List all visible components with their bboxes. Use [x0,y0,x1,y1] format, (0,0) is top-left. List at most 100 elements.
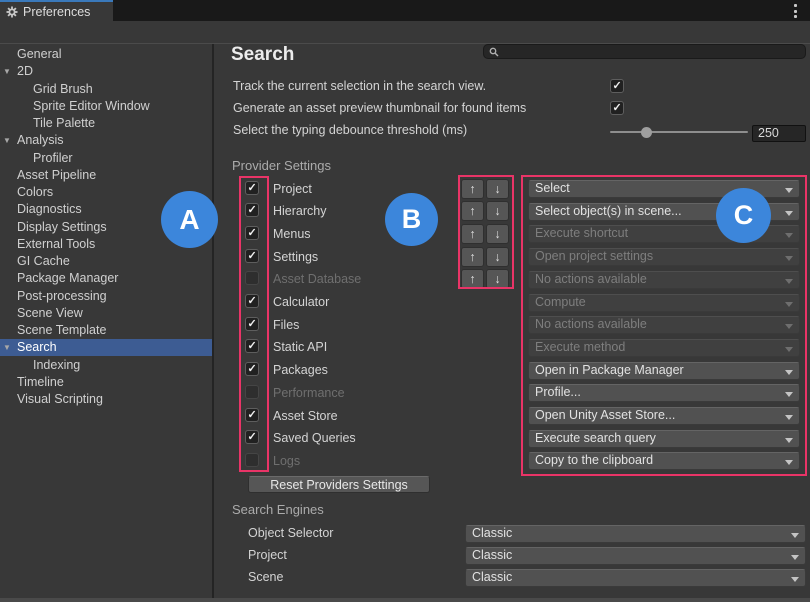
window-titlebar: Preferences [0,0,810,21]
sidebar-item-analysis[interactable]: ▼Analysis [0,132,212,149]
provider-label: Calculator [273,295,329,309]
track-selection-checkbox[interactable] [610,79,624,93]
sidebar-item-asset-pipeline[interactable]: Asset Pipeline [0,166,212,183]
sidebar-divider [212,44,214,602]
sidebar-item-package-manager[interactable]: Package Manager [0,270,212,287]
debounce-label: Select the typing debounce threshold (ms… [233,123,467,137]
provider-action-dropdown-calculator[interactable]: Compute [528,294,800,312]
move-up-button-hierarchy[interactable] [461,201,484,221]
sidebar-item-label: Scene View [0,306,83,320]
sidebar-item-label: Package Manager [0,271,118,285]
provider-action-dropdown-settings[interactable]: Open project settings [528,248,800,266]
preferences-window: Preferences General ▼2D Grid Brush Sprite E… [0,0,810,602]
sidebar-item-label: Display Settings [0,220,107,234]
provider-label: Saved Queries [273,431,356,445]
sidebar-item-label: Diagnostics [0,202,82,216]
sidebar-item-label: Sprite Editor Window [0,99,150,113]
debounce-slider-track[interactable] [610,131,748,133]
sidebar-item-scene-template[interactable]: Scene Template [0,322,212,339]
provider-checkbox-asset-store[interactable] [245,408,259,422]
provider-checkbox-files[interactable] [245,317,259,331]
reset-providers-button[interactable]: Reset Providers Settings [248,476,430,494]
search-engines-header: Search Engines [232,502,324,517]
provider-checkbox-menus[interactable] [245,226,259,240]
provider-checkbox-logs[interactable] [245,453,259,467]
provider-action-dropdown-performance[interactable]: Profile... [528,384,800,402]
provider-action-dropdown-files[interactable]: No actions available [528,316,800,334]
provider-action-dropdown-static-api[interactable]: Execute method [528,339,800,357]
engine-dropdown-project[interactable]: Classic [465,547,806,565]
window-bottom-edge [0,598,810,602]
sidebar-item-general[interactable]: General [0,46,212,63]
engine-dropdown-object-selector[interactable]: Classic [465,525,806,543]
page-title: Search [231,44,294,66]
move-down-button-settings[interactable] [486,247,509,267]
provider-checkbox-calculator[interactable] [245,294,259,308]
sidebar-item-profiler[interactable]: Profiler [0,149,212,166]
foldout-triangle-icon[interactable]: ▼ [3,343,11,352]
sidebar-item-label: General [0,47,61,61]
preferences-tab[interactable]: Preferences [0,0,113,21]
annotation-circle-c: C [716,188,771,243]
engine-label-object-selector: Object Selector [248,526,333,540]
annotation-circle-b: B [385,193,438,246]
sidebar-item-label: Visual Scripting [0,392,103,406]
provider-label: Logs [273,454,300,468]
move-down-button-project[interactable] [486,179,509,199]
sidebar-item-label: Profiler [0,151,73,165]
provider-action-dropdown-saved-queries[interactable]: Execute search query [528,430,800,448]
sidebar-item-post-processing[interactable]: Post-processing [0,287,212,304]
sidebar-item-label: Post-processing [0,289,107,303]
search-input[interactable] [483,44,806,59]
sidebar-item-timeline[interactable]: Timeline [0,373,212,390]
sidebar-item-tile-palette[interactable]: Tile Palette [0,115,212,132]
sidebar-item-label: External Tools [0,237,95,251]
preview-thumbnail-label: Generate an asset preview thumbnail for … [233,101,526,115]
sidebar-item-sprite-editor-window[interactable]: Sprite Editor Window [0,97,212,114]
preview-thumbnail-checkbox[interactable] [610,101,624,115]
provider-checkbox-performance[interactable] [245,385,259,399]
provider-checkbox-asset-database[interactable] [245,271,259,285]
sidebar-item-2d[interactable]: ▼2D [0,63,212,80]
provider-settings-header: Provider Settings [232,158,331,173]
sidebar-item-gi-cache[interactable]: GI Cache [0,253,212,270]
foldout-triangle-icon[interactable]: ▼ [3,136,11,145]
foldout-triangle-icon[interactable]: ▼ [3,67,11,76]
provider-action-dropdown-logs[interactable]: Copy to the clipboard [528,452,800,470]
provider-checkbox-settings[interactable] [245,249,259,263]
sidebar-item-visual-scripting[interactable]: Visual Scripting [0,391,212,408]
sidebar-item-label: Grid Brush [0,82,93,96]
provider-checkbox-saved-queries[interactable] [245,430,259,444]
provider-checkbox-packages[interactable] [245,362,259,376]
debounce-slider-thumb[interactable] [641,127,652,138]
sidebar-item-label: Tile Palette [0,116,95,130]
provider-checkbox-hierarchy[interactable] [245,203,259,217]
sidebar-item-indexing[interactable]: Indexing [0,356,212,373]
engine-label-scene: Scene [248,570,283,584]
provider-checkbox-static-api[interactable] [245,339,259,353]
move-up-button-project[interactable] [461,179,484,199]
move-down-button-menus[interactable] [486,224,509,244]
sidebar-item-label: Asset Pipeline [0,168,96,182]
move-up-button-asset-database[interactable] [461,269,484,289]
provider-action-dropdown-asset-store[interactable]: Open Unity Asset Store... [528,407,800,425]
sidebar-item-scene-view[interactable]: Scene View [0,304,212,321]
provider-action-dropdown-packages[interactable]: Open in Package Manager [528,362,800,380]
sidebar-item-grid-brush[interactable]: Grid Brush [0,80,212,97]
provider-label: Menus [273,227,311,241]
move-down-button-hierarchy[interactable] [486,201,509,221]
move-down-button-asset-database[interactable] [486,269,509,289]
provider-label: Hierarchy [273,204,327,218]
provider-label: Packages [273,363,328,377]
provider-checkbox-project[interactable] [245,181,259,195]
tab-title: Preferences [23,5,90,19]
move-up-button-settings[interactable] [461,247,484,267]
move-up-button-menus[interactable] [461,224,484,244]
debounce-value-field[interactable]: 250 [752,125,806,142]
kebab-menu-icon[interactable] [794,4,798,18]
sidebar-item-search[interactable]: ▼Search [0,339,212,356]
engine-dropdown-scene[interactable]: Classic [465,569,806,587]
provider-label: Asset Database [273,272,361,286]
provider-label: Project [273,182,312,196]
provider-action-dropdown-asset-database[interactable]: No actions available [528,271,800,289]
